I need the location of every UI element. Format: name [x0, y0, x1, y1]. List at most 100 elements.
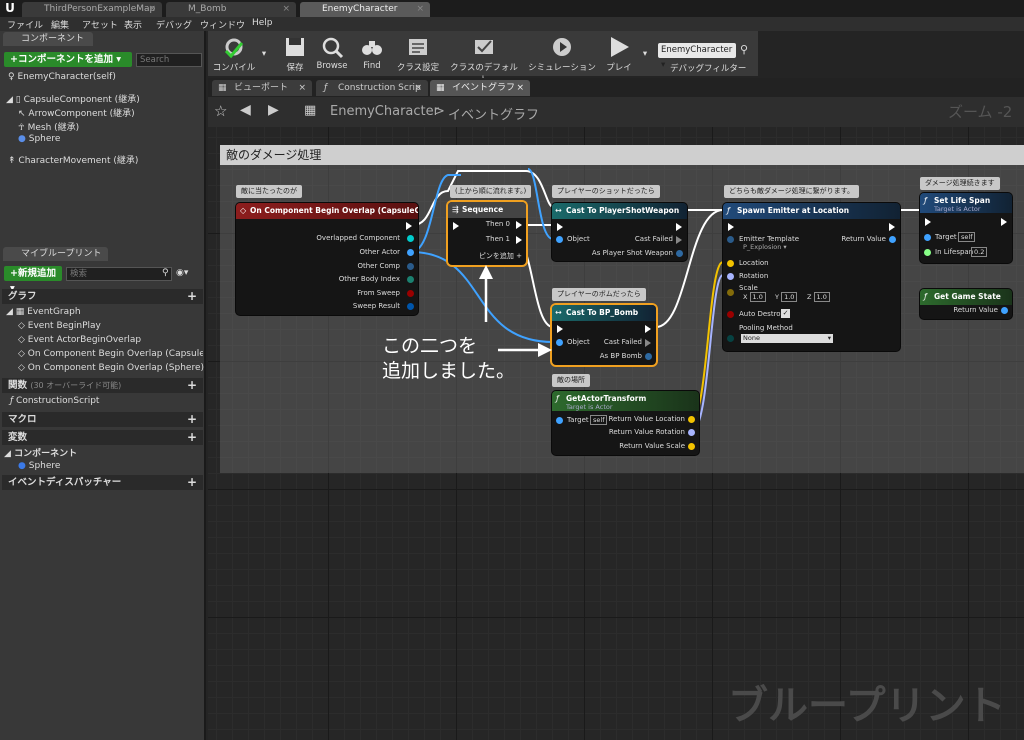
capsule-icon: ◢ ▯ — [6, 95, 21, 105]
function-item[interactable]: ƒ ConstructionScript — [10, 396, 99, 406]
annotation-text-line2: 追加しました。 — [382, 360, 516, 382]
tree-label: Mesh (継承) — [27, 123, 80, 133]
tree-label: On Component Begin Overlap (CapsuleCo — [27, 349, 203, 359]
category-macros[interactable]: マクロ + — [2, 412, 203, 427]
tab-construction-script[interactable]: ƒ Construction Scrip × — [316, 80, 428, 96]
tab-viewport[interactable]: ▦ ビューポート × — [212, 80, 312, 96]
my-blueprint-tab[interactable]: マイブループリント — [3, 247, 108, 261]
menu-edit[interactable]: 編集 — [51, 18, 69, 31]
tool-label: コンパイル — [212, 63, 256, 73]
category-graph[interactable]: グラフ + — [2, 289, 203, 304]
tree-label: CapsuleComponent (継承) — [23, 95, 140, 105]
close-icon[interactable]: × — [416, 2, 424, 16]
event-item[interactable]: ◇ On Component Begin Overlap (CapsuleCo — [18, 349, 203, 359]
find-button[interactable]: Find — [356, 35, 388, 75]
event-item[interactable]: ◇ Event BeginPlay — [18, 321, 101, 331]
tree-item-movement[interactable]: ↟ CharacterMovement (継承) — [8, 153, 138, 166]
tab-event-graph[interactable]: ▦ イベントグラフ × — [430, 80, 530, 96]
debug-filter-label: デバッグフィルター — [670, 64, 747, 74]
mesh-icon: ☥ — [18, 123, 25, 133]
tree-item-self[interactable]: ♀ EnemyCharacter(self) — [8, 72, 116, 82]
eye-icon[interactable]: ◉▾ — [176, 268, 188, 278]
binoculars-icon — [362, 41, 382, 55]
search-icon: ⚲ — [162, 268, 169, 278]
tool-label: Browse — [316, 61, 348, 71]
tab-m-bomb[interactable]: M_Bomb × — [166, 2, 296, 17]
menu-view[interactable]: 表示 — [124, 18, 142, 31]
graph-canvas[interactable]: ☆ ◀ ▶ ▦ EnemyCharacter > イベントグラフ ズーム -2 … — [208, 97, 1024, 740]
function-icon: ƒ — [324, 83, 328, 93]
close-icon[interactable]: × — [148, 2, 156, 16]
menu-debug[interactable]: デバッグ — [156, 18, 192, 31]
eventgraph-item[interactable]: ◢ ▦ EventGraph — [6, 307, 81, 317]
blueprint-search-input[interactable]: 検索 — [66, 267, 172, 281]
add-icon[interactable]: + — [187, 412, 197, 427]
debug-target-select[interactable]: EnemyCharacter ▾ — [658, 43, 736, 70]
tree-label: On Component Begin Overlap (Sphere) — [27, 363, 205, 373]
tree-label: EnemyCharacter(self) — [17, 72, 116, 82]
sphere-icon: ● — [18, 461, 26, 471]
menu-file[interactable]: ファイル — [7, 18, 43, 31]
play-button[interactable]: プレイ — [602, 35, 636, 75]
add-icon[interactable]: + — [187, 430, 197, 445]
tool-label: クラス設定 — [396, 63, 440, 73]
class-defaults-button[interactable]: クラスのデフォルト — [448, 35, 520, 85]
viewport-icon: ▦ — [218, 83, 227, 93]
add-new-button[interactable]: +新規追加 ▾ — [4, 266, 62, 294]
event-item[interactable]: ◇ On Component Begin Overlap (Sphere) — [18, 363, 204, 373]
toolbar: コンパイル ▾ 保存 Browse Find クラス設定 クラスのデフォルト シ… — [208, 31, 758, 85]
left-panel: コンポーネント +コンポーネントを追加 ▾ Search ♀ EnemyChar… — [0, 31, 206, 740]
category-functions[interactable]: 関数 (30 オーバーライド可能) + — [2, 378, 203, 393]
tool-label: 保存 — [286, 63, 304, 73]
search-icon[interactable]: ⚲ — [740, 43, 748, 56]
tool-label: シミュレーション — [528, 63, 596, 73]
tab-third-person-map[interactable]: ThirdPersonExampleMap × — [22, 2, 162, 17]
add-icon[interactable]: + — [187, 289, 197, 304]
tree-item-arrow[interactable]: ↖ ArrowComponent (継承) — [18, 106, 135, 119]
annotation-text-line1: この二つを — [382, 335, 478, 357]
close-icon[interactable]: × — [298, 80, 306, 96]
tree-label: ArrowComponent (継承) — [28, 109, 135, 119]
components-tab[interactable]: コンポーネント — [3, 32, 93, 46]
event-icon: ◇ — [18, 335, 25, 345]
sphere-icon: ● — [18, 134, 26, 144]
tree-label: ConstructionScript — [16, 396, 100, 406]
tree-item-capsule[interactable]: ◢ ▯ CapsuleComponent (継承) — [6, 92, 140, 105]
tree-label: Event ActorBeginOverlap — [27, 335, 142, 345]
close-icon[interactable]: × — [282, 2, 290, 16]
menu-help[interactable]: Help — [252, 18, 273, 28]
category-event-dispatchers[interactable]: イベントディスパッチャー + — [2, 475, 203, 490]
simulation-button[interactable]: シミュレーション — [528, 35, 596, 75]
menu-window[interactable]: ウィンドウ — [200, 18, 245, 31]
category-label: グラフ — [8, 291, 37, 302]
add-component-button[interactable]: +コンポーネントを追加 ▾ — [4, 52, 132, 67]
tree-item-mesh[interactable]: ☥ Mesh (継承) — [18, 120, 79, 133]
tree-label: Sphere — [28, 461, 61, 471]
close-icon[interactable]: × — [516, 80, 524, 96]
tab-enemy-character[interactable]: EnemyCharacter × — [300, 2, 430, 17]
class-settings-button[interactable]: クラス設定 — [396, 35, 440, 75]
tab-label: ビューポート — [234, 83, 289, 93]
tool-label: プレイ — [606, 63, 632, 73]
variable-sphere[interactable]: ● Sphere — [18, 461, 60, 471]
tab-label: ThirdPersonExampleMap — [44, 4, 156, 14]
tool-label: Find — [363, 61, 381, 71]
category-variables[interactable]: 変数 + — [2, 430, 203, 445]
blueprint-watermark: ブループリント — [728, 683, 1006, 729]
event-item[interactable]: ◇ Event ActorBeginOverlap — [18, 335, 141, 345]
tree-item-sphere[interactable]: ● Sphere — [18, 134, 60, 144]
save-icon — [286, 38, 304, 56]
save-button[interactable]: 保存 — [280, 35, 310, 75]
tab-label: イベントグラフ — [452, 83, 516, 93]
browse-button[interactable]: Browse — [314, 35, 350, 75]
components-subcategory[interactable]: ◢ コンポーネント — [4, 446, 77, 459]
add-icon[interactable]: + — [187, 378, 197, 393]
add-icon[interactable]: + — [187, 475, 197, 490]
menu-bar: ファイル 編集 アセット 表示 デバッグ ウィンドウ Help — [0, 17, 1024, 31]
compile-button[interactable]: コンパイル — [212, 35, 256, 75]
graph-icon: ◢ ▦ — [6, 307, 25, 317]
category-label: 関数 — [8, 380, 28, 391]
close-icon[interactable]: × — [414, 80, 422, 96]
component-search-input[interactable]: Search — [136, 53, 202, 67]
menu-asset[interactable]: アセット — [82, 18, 118, 31]
